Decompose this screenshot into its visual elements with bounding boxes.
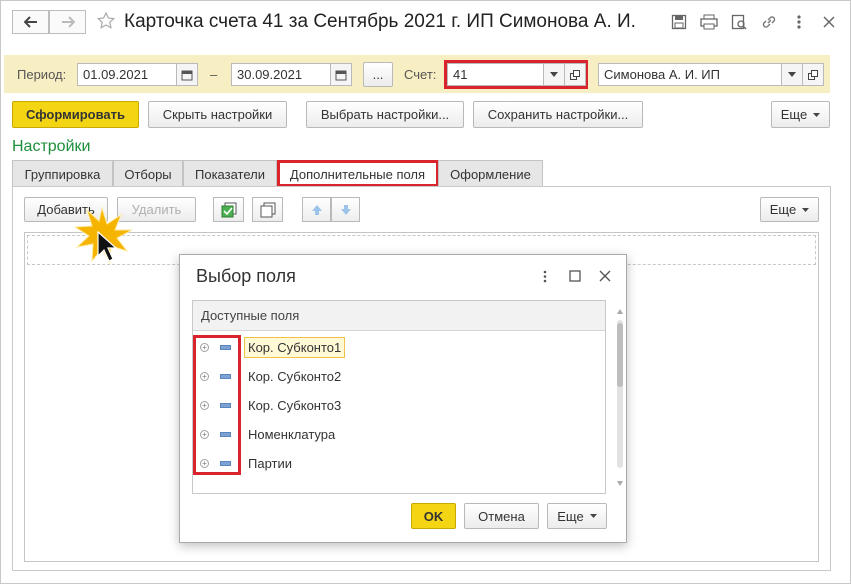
print-icon[interactable] — [700, 13, 718, 31]
dialog-title: Выбор поля — [196, 266, 296, 286]
calendar-icon — [181, 70, 193, 80]
scroll-down-icon[interactable] — [617, 481, 623, 486]
list-item-label: Кор. Субконто3 — [248, 398, 342, 413]
list-scrollbar[interactable] — [616, 306, 624, 490]
ok-button[interactable]: OK — [411, 503, 456, 529]
calendar-to-button[interactable] — [330, 63, 352, 86]
dialog-more-button[interactable]: Еще — [547, 503, 607, 529]
dialog-close-icon[interactable] — [596, 267, 614, 285]
uncheck-all-button[interactable] — [252, 197, 283, 222]
tab-grouping[interactable]: Группировка — [12, 160, 113, 187]
arrow-down-icon — [340, 204, 351, 215]
calendar-from-button[interactable] — [176, 63, 198, 86]
dialog-more-icon[interactable] — [536, 267, 554, 285]
choose-settings-button[interactable]: Выбрать настройки... — [306, 101, 464, 128]
star-icon[interactable] — [97, 12, 115, 30]
chevron-down-icon — [802, 207, 810, 212]
chevron-down-icon — [589, 514, 597, 518]
tab-appearance[interactable]: Оформление — [438, 160, 543, 187]
more-icon[interactable] — [790, 13, 808, 31]
icons-highlight — [193, 335, 241, 475]
organization-open-button[interactable] — [802, 63, 824, 86]
dialog-more-label: Еще — [557, 508, 584, 524]
window-title: Карточка счета 41 за Сентябрь 2021 г. ИП… — [124, 11, 636, 32]
period-select-button[interactable]: ... — [363, 62, 393, 87]
calendar-icon — [335, 70, 347, 80]
date-to-field[interactable]: 30.09.2021 — [231, 63, 331, 86]
save-icon[interactable] — [670, 13, 688, 31]
chevron-down-icon — [788, 72, 796, 77]
click-indicator-icon — [73, 206, 133, 265]
list-item-label: Номенклатура — [248, 427, 336, 442]
back-arrow-icon — [23, 16, 37, 28]
close-icon[interactable] — [820, 13, 838, 31]
account-open-button[interactable] — [564, 63, 586, 86]
settings-more-label: Еще — [769, 202, 797, 217]
tab-indicators[interactable]: Показатели — [183, 160, 277, 187]
check-all-icon — [221, 202, 236, 217]
forward-arrow-icon — [61, 16, 75, 28]
tab-filters[interactable]: Отборы — [113, 160, 183, 187]
move-down-button[interactable] — [331, 197, 360, 222]
open-icon — [570, 69, 580, 80]
check-all-button[interactable] — [213, 197, 244, 222]
uncheck-all-icon — [260, 202, 275, 217]
arrow-up-icon — [311, 204, 322, 215]
list-item-label: Партии — [248, 456, 292, 471]
move-up-button[interactable] — [302, 197, 331, 222]
scroll-thumb[interactable] — [617, 323, 623, 387]
list-header: Доступные поля — [193, 301, 605, 331]
scroll-track[interactable] — [617, 320, 623, 468]
account-label: Счет: — [404, 67, 437, 82]
open-icon — [808, 69, 818, 80]
back-button[interactable] — [12, 10, 49, 34]
list-item-label: Кор. Субконто2 — [248, 369, 342, 384]
list-item-label: Кор. Субконто1 — [244, 337, 346, 358]
organization-field[interactable]: Симонова А. И. ИП — [598, 63, 782, 86]
link-icon[interactable] — [760, 13, 778, 31]
generate-button[interactable]: Сформировать — [12, 101, 139, 128]
cancel-button[interactable]: Отмена — [464, 503, 539, 529]
period-dash: – — [210, 67, 218, 82]
preview-icon[interactable] — [730, 13, 748, 31]
forward-button[interactable] — [49, 10, 86, 34]
active-tab-highlight — [277, 160, 439, 187]
save-settings-button[interactable]: Сохранить настройки... — [473, 101, 643, 128]
scroll-up-icon[interactable] — [617, 309, 623, 314]
organization-dropdown-button[interactable] — [781, 63, 803, 86]
date-from-field[interactable]: 01.09.2021 — [77, 63, 177, 86]
hide-settings-button[interactable]: Скрыть настройки — [148, 101, 287, 128]
settings-heading: Настройки — [12, 138, 91, 155]
more-label: Еще — [780, 107, 808, 122]
more-button[interactable]: Еще — [771, 101, 830, 128]
account-field[interactable]: 41 — [447, 63, 544, 86]
chevron-down-icon — [550, 72, 558, 77]
chevron-down-icon — [813, 112, 821, 117]
settings-more-button[interactable]: Еще — [760, 197, 819, 222]
dialog-maximize-icon[interactable] — [566, 267, 584, 285]
account-dropdown-button[interactable] — [543, 63, 565, 86]
period-label: Период: — [17, 67, 67, 82]
